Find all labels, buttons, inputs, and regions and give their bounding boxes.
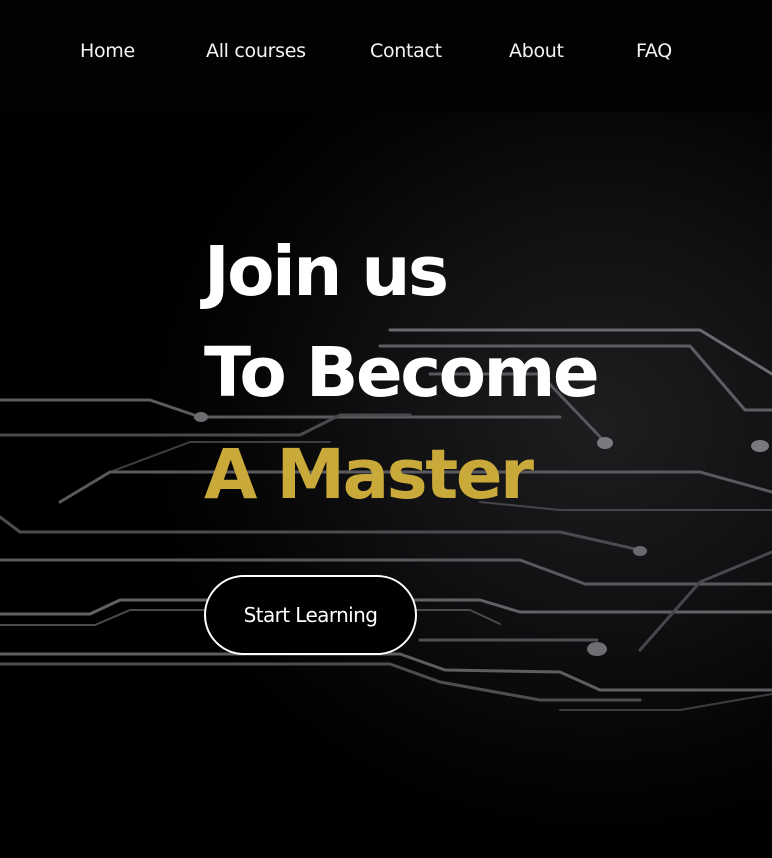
circuit-trace: [559, 693, 772, 711]
circuit-node: [587, 642, 607, 656]
circuit-node: [597, 437, 613, 449]
circuit-trace: [0, 662, 642, 702]
nav-link-all-courses[interactable]: All courses: [206, 38, 306, 64]
nav-link-home[interactable]: Home: [80, 38, 135, 64]
nav-link-about[interactable]: About: [509, 38, 564, 64]
circuit-node: [751, 440, 769, 452]
nav-link-faq[interactable]: FAQ: [636, 38, 672, 64]
circuit-trace: [0, 515, 642, 552]
hero-heading-line-2: To Become: [204, 333, 600, 413]
hero-heading-line-1: Join us: [204, 232, 449, 312]
start-learning-button[interactable]: Start Learning: [204, 575, 417, 655]
circuit-node: [633, 546, 647, 556]
circuit-trace: [638, 550, 772, 652]
top-nav: Home All courses Contact About FAQ: [0, 0, 772, 112]
circuit-trace: [0, 652, 772, 692]
nav-link-contact[interactable]: Contact: [370, 38, 442, 64]
circuit-node: [194, 412, 208, 422]
hero-heading-line-3: A Master: [204, 435, 534, 515]
